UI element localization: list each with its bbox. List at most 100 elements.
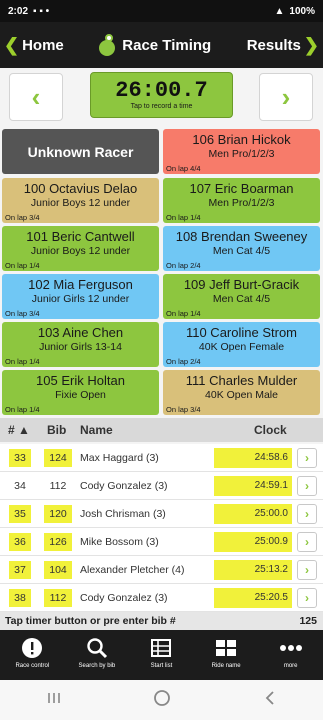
status-time: 2:02: [8, 5, 29, 17]
bib-entry-value[interactable]: 125: [299, 615, 317, 627]
racer-tile[interactable]: 101 Beric Cantwell Junior Boys 12 under …: [2, 226, 159, 271]
sort-number-header[interactable]: # ▲: [8, 423, 30, 437]
result-clock[interactable]: 25:13.2: [214, 560, 292, 580]
home-circle-icon[interactable]: [153, 689, 171, 712]
tab-start-list[interactable]: Start list: [129, 630, 194, 680]
chevron-right-icon: ›: [281, 81, 291, 112]
bib-header[interactable]: Bib: [47, 423, 66, 437]
result-row[interactable]: 37 104 Alexander Pletcher (4) 25:13.2 ›: [0, 556, 323, 584]
app: 2:02 ▪ ▪ • ▲ 100% ❮ Home Race Timing Res…: [0, 0, 323, 720]
search-icon: [65, 635, 130, 661]
racer-tile[interactable]: 102 Mia Ferguson Junior Girls 12 under O…: [2, 274, 159, 319]
result-clock[interactable]: 25:00.9: [214, 532, 292, 552]
next-button[interactable]: ›: [259, 73, 313, 121]
racer-tile[interactable]: 111 Charles Mulder 40K Open Male On lap …: [163, 370, 320, 415]
results-header: # ▲ Bib Name Clock: [0, 418, 323, 442]
result-clock[interactable]: 25:20.5: [214, 588, 292, 608]
tab-search-by-bib[interactable]: Search by bib: [65, 630, 130, 680]
racer-tile[interactable]: 106 Brian Hickok Men Pro/1/2/3 On lap 4/…: [163, 129, 320, 174]
battery-text: 100%: [289, 5, 315, 17]
list-icon: [129, 635, 194, 661]
racer-category: Men Pro/1/2/3: [208, 197, 275, 209]
racer-name: Unknown Racer: [27, 143, 134, 160]
tab-bar: Race control Search by bib Start list Ri…: [0, 630, 323, 680]
tab-label: Race control: [15, 663, 50, 669]
notification-icons: ▪ ▪ •: [33, 5, 50, 17]
result-row[interactable]: 34 112 Cody Gonzalez (3) 24:59.1 ›: [0, 472, 323, 500]
name-header[interactable]: Name: [80, 423, 113, 437]
result-name: Alexander Pletcher (4): [80, 564, 185, 576]
tab-label: Ride name: [211, 663, 241, 669]
racer-name: 111 Charles Mulder: [185, 373, 298, 388]
recent-apps-icon[interactable]: [46, 691, 62, 710]
tab-label: more: [283, 663, 298, 669]
racer-name: 110 Caroline Strom: [185, 325, 298, 340]
system-nav-bar: [0, 680, 323, 720]
back-icon[interactable]: [263, 690, 277, 711]
chevron-right-icon[interactable]: ›: [297, 448, 317, 468]
racer-lap: On lap 1/4: [166, 309, 201, 318]
racer-category: 40K Open Male: [205, 389, 278, 401]
tab-race-control[interactable]: Race control: [0, 630, 65, 680]
result-clock[interactable]: 24:59.1: [214, 476, 292, 496]
chevron-right-icon[interactable]: ›: [297, 588, 317, 608]
racer-tile[interactable]: 110 Caroline Strom 40K Open Female On la…: [163, 322, 320, 367]
chevron-left-icon: ‹: [31, 81, 41, 112]
racer-name: 100 Octavius Delao: [23, 181, 138, 196]
racer-category: Junior Girls 12 under: [31, 293, 130, 305]
racer-name: 107 Eric Boarman: [189, 181, 294, 196]
racer-tile-unknown[interactable]: Unknown Racer: [2, 129, 159, 174]
racer-category: Men Cat 4/5: [212, 245, 271, 257]
racer-tile[interactable]: 100 Octavius Delao Junior Boys 12 under …: [2, 178, 159, 223]
racer-category: Fixie Open: [55, 389, 106, 401]
chevron-right-icon[interactable]: ›: [297, 532, 317, 552]
tab-label: Search by bib: [78, 663, 116, 669]
chevron-right-icon[interactable]: ›: [297, 504, 317, 524]
clock-header[interactable]: Clock: [254, 423, 287, 437]
racer-tile[interactable]: 109 Jeff Burt-Gracik Men Cat 4/5 On lap …: [163, 274, 320, 319]
tab-label: Start list: [150, 663, 173, 669]
results-button[interactable]: Results ❯: [247, 35, 319, 56]
bib-entry-bar[interactable]: Tap timer button or pre enter bib # 125: [0, 612, 323, 630]
previous-button[interactable]: ‹: [9, 73, 63, 121]
results-label: Results: [246, 36, 301, 54]
tab-more[interactable]: more: [258, 630, 323, 680]
racer-lap: On lap 3/4: [166, 405, 201, 414]
racer-lap: On lap 2/4: [166, 261, 201, 270]
result-name: Cody Gonzalez (3): [80, 592, 168, 604]
results-list: 33 124 Max Haggard (3) 24:58.6 › 34 112 …: [0, 444, 323, 612]
result-number: 35: [9, 505, 31, 523]
result-number: 36: [9, 533, 31, 551]
app-logo-icon: [99, 34, 117, 56]
racer-tile[interactable]: 103 Aine Chen Junior Girls 13-14 On lap …: [2, 322, 159, 367]
result-row[interactable]: 36 126 Mike Bossom (3) 25:00.9 ›: [0, 528, 323, 556]
bib-entry-hint: Tap timer button or pre enter bib #: [5, 615, 176, 627]
home-button[interactable]: ❮ Home: [4, 35, 64, 56]
result-bib: 124: [44, 449, 72, 467]
racer-category: Junior Girls 13-14: [39, 341, 122, 353]
record-time-button[interactable]: 26:00.7 Tap to record a time: [90, 72, 233, 118]
status-bar: 2:02 ▪ ▪ • ▲ 100%: [0, 0, 323, 22]
racer-lap: On lap 3/4: [5, 213, 40, 222]
racer-name: 101 Beric Cantwell: [26, 229, 135, 244]
racer-tile[interactable]: 108 Brendan Sweeney Men Cat 4/5 On lap 2…: [163, 226, 320, 271]
chevron-left-icon: ❮: [4, 34, 20, 55]
home-label: Home: [22, 36, 64, 54]
racer-lap: On lap 1/4: [5, 261, 40, 270]
racer-tile[interactable]: 107 Eric Boarman Men Pro/1/2/3 On lap 1/…: [163, 178, 320, 223]
result-clock[interactable]: 25:00.0: [214, 504, 292, 524]
chevron-right-icon[interactable]: ›: [297, 476, 317, 496]
racer-category: Men Cat 4/5: [212, 293, 271, 305]
racer-lap: On lap 1/4: [166, 213, 201, 222]
result-number: 33: [9, 449, 31, 467]
result-row[interactable]: 33 124 Max Haggard (3) 24:58.6 ›: [0, 444, 323, 472]
tab-ride-name[interactable]: Ride name: [194, 630, 259, 680]
racer-name: 109 Jeff Burt-Gracik: [183, 277, 300, 292]
racer-name: 102 Mia Ferguson: [28, 277, 133, 292]
chevron-right-icon[interactable]: ›: [297, 560, 317, 580]
result-row[interactable]: 38 112 Cody Gonzalez (3) 25:20.5 ›: [0, 584, 323, 612]
racer-tile[interactable]: 105 Erik Holtan Fixie Open On lap 1/4: [2, 370, 159, 415]
result-name: Max Haggard (3): [80, 452, 159, 464]
result-clock[interactable]: 24:58.6: [214, 448, 292, 468]
result-row[interactable]: 35 120 Josh Chrisman (3) 25:00.0 ›: [0, 500, 323, 528]
